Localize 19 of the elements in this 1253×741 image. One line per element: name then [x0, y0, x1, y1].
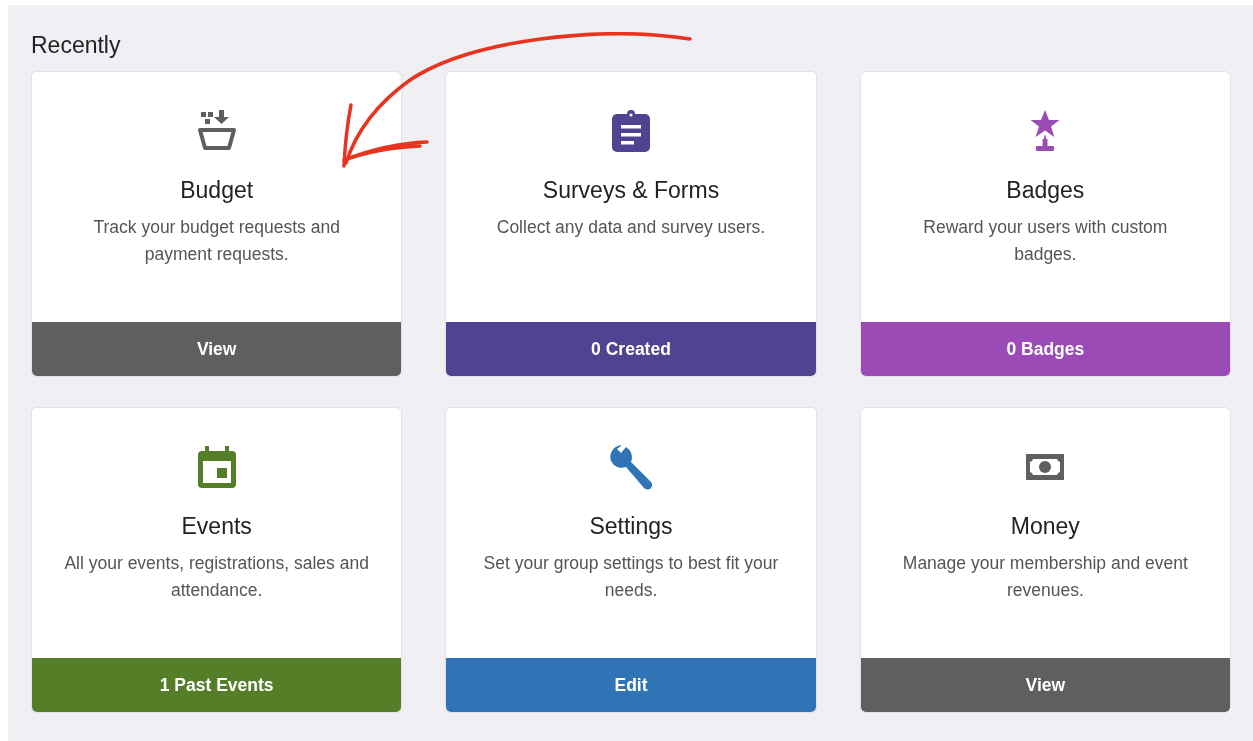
- section-title: Recently: [31, 31, 122, 59]
- card-title: Settings: [589, 512, 673, 540]
- card-title: Budget: [180, 176, 254, 204]
- card-action-button[interactable]: 1 Past Events: [32, 658, 402, 712]
- card-description: All your events, registrations, sales and attendance.: [63, 552, 370, 602]
- card-title: Money: [1010, 512, 1080, 540]
- card-title: Events: [181, 512, 252, 540]
- card-title: Badges: [1006, 176, 1085, 204]
- card-description: Collect any data and survey users.: [495, 216, 767, 239]
- card-description: Manage your membership and event revenues.: [901, 552, 1189, 602]
- card-description: Set your group settings to best fit your needs.: [482, 552, 780, 602]
- card-action-button[interactable]: View: [32, 322, 402, 376]
- card-title: Surveys & Forms: [542, 176, 720, 204]
- card-action-button[interactable]: 0 Created: [446, 322, 816, 376]
- card-action-button[interactable]: View: [860, 658, 1230, 712]
- card-description: Reward your users with custom badges.: [922, 216, 1169, 266]
- card-action-button[interactable]: Edit: [446, 658, 816, 712]
- card-action-button[interactable]: 0 Badges: [860, 322, 1230, 376]
- card-description: Track your budget requests and payment requests.: [92, 216, 341, 266]
